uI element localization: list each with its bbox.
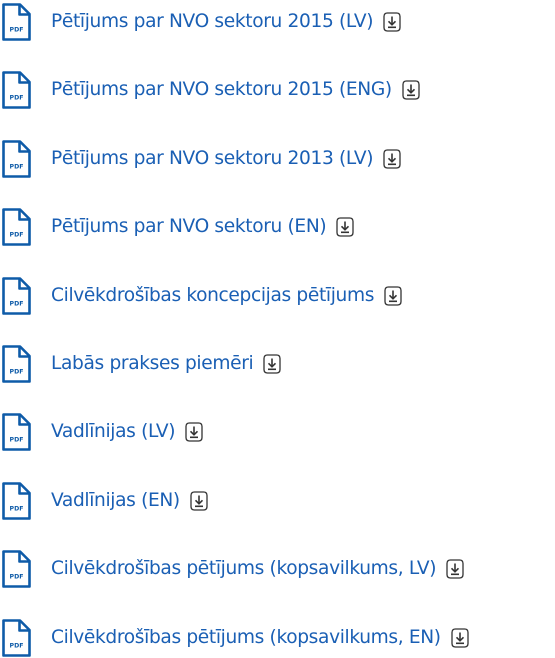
pdf-file-icon[interactable]: PDF [0,207,32,247]
pdf-file-icon[interactable]: PDF [0,2,32,42]
document-link[interactable]: Cilvēkdrošības pētījums (kopsavilkums, E… [51,618,441,658]
document-item-10: PDF Cilvēkdrošības pētījums (kopsavilkum… [0,618,469,658]
document-link[interactable]: Pētījums par NVO sektoru (EN) [51,207,327,247]
download-icon[interactable] [263,354,281,374]
document-link[interactable]: Pētījums par NVO sektoru 2013 (LV) [51,139,374,179]
download-icon[interactable] [446,559,464,579]
pdf-file-icon[interactable]: PDF [0,481,32,521]
document-item-1: PDF Pētījums par NVO sektoru 2015 (LV) [0,2,401,42]
pdf-file-icon[interactable]: PDF [0,618,32,658]
pdf-badge-label: PDF [10,642,24,649]
pdf-badge-label: PDF [10,300,24,307]
download-icon[interactable] [451,627,469,648]
download-icon[interactable] [383,149,401,169]
pdf-badge-label: PDF [10,27,24,34]
pdf-file-icon[interactable]: PDF [0,412,32,452]
document-item-8: PDF Vadlīnijas (EN) [0,481,208,521]
pdf-badge-label: PDF [10,163,24,170]
pdf-badge-label: PDF [10,505,24,512]
pdf-badge-label: PDF [10,369,24,376]
pdf-badge-label: PDF [10,95,24,102]
document-item-9: PDF Cilvēkdrošības pētījums (kopsavilkum… [0,549,464,589]
document-item-2: PDF Pētījums par NVO sektoru 2015 (ENG) [0,70,420,110]
document-item-3: PDF Pētījums par NVO sektoru 2013 (LV) [0,139,401,179]
document-item-6: PDF Labās prakses piemēri [0,344,281,384]
download-icon[interactable] [336,217,354,237]
pdf-file-icon[interactable]: PDF [0,70,32,110]
document-link[interactable]: Vadlīnijas (EN) [51,481,180,521]
document-link[interactable]: Cilvēkdrošības pētījums (kopsavilkums, L… [51,549,436,589]
document-link[interactable]: Labās prakses piemēri [51,344,254,384]
pdf-file-icon[interactable]: PDF [0,139,32,179]
document-item-7: PDF Vadlīnijas (LV) [0,412,203,452]
download-icon[interactable] [402,80,420,101]
pdf-file-icon[interactable]: PDF [0,276,32,316]
document-link[interactable]: Cilvēkdrošības koncepcijas pētījums [51,276,374,316]
document-item-5: PDF Cilvēkdrošības koncepcijas pētījums [0,276,402,316]
document-link[interactable]: Vadlīnijas (LV) [51,412,176,452]
download-icon[interactable] [190,491,208,511]
download-icon[interactable] [384,285,402,306]
download-icon[interactable] [383,12,401,32]
pdf-badge-label: PDF [10,232,24,239]
pdf-badge-label: PDF [10,574,24,581]
pdf-badge-label: PDF [10,437,24,444]
document-item-4: PDF Pētījums par NVO sektoru (EN) [0,207,354,247]
download-icon[interactable] [185,422,203,443]
pdf-file-icon[interactable]: PDF [0,549,32,589]
document-link[interactable]: Pētījums par NVO sektoru 2015 (LV) [51,2,374,42]
document-link[interactable]: Pētījums par NVO sektoru 2015 (ENG) [51,70,392,110]
pdf-file-icon[interactable]: PDF [0,344,32,384]
